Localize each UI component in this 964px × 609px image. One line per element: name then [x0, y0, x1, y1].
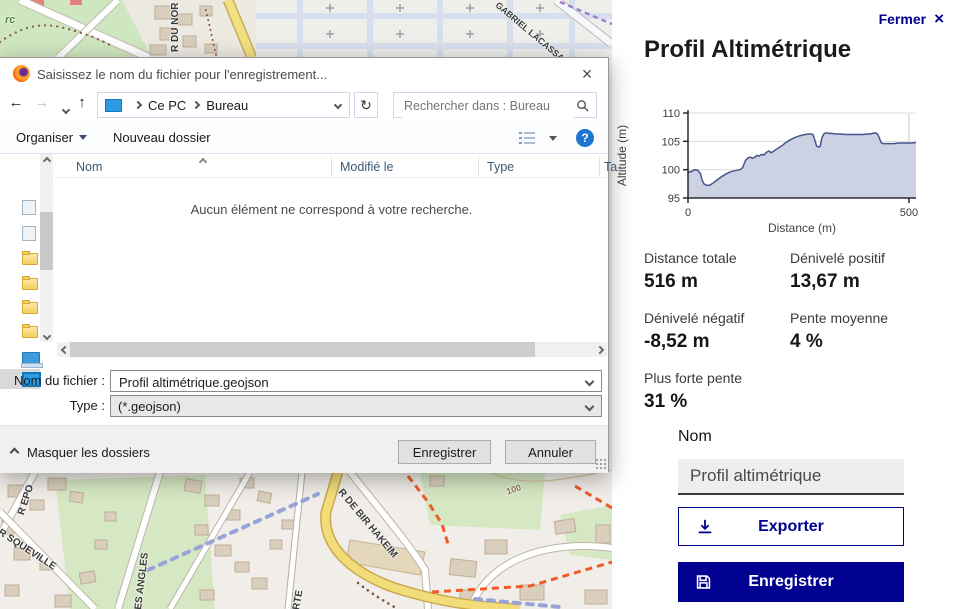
- search-box: [393, 92, 597, 118]
- dialog-title: Saisissez le nom du fichier pour l'enreg…: [37, 67, 328, 82]
- breadcrumb-desktop[interactable]: Bureau: [206, 98, 248, 113]
- elevation-chart: 95 100 105 110 0 500 Distance (m) Altitude (m): [615, 108, 918, 235]
- panel-close-button[interactable]: Fermer ×: [879, 10, 944, 27]
- search-icon: [576, 99, 589, 115]
- panel-title: Profil Altimétrique: [644, 36, 852, 63]
- svg-text:100: 100: [662, 165, 680, 177]
- svg-text:Distance (m): Distance (m): [768, 221, 836, 235]
- cancel-button[interactable]: Annuler: [505, 440, 596, 464]
- chevron-down-icon: [79, 135, 88, 140]
- type-select[interactable]: (*.geojson): [110, 395, 602, 417]
- up-icon[interactable]: ↑: [72, 94, 92, 111]
- filename-combobox: [110, 370, 602, 392]
- scroll-down-icon[interactable]: [40, 329, 53, 342]
- panel-save-button[interactable]: Enregistrer: [678, 562, 904, 602]
- nav-pane: [0, 154, 54, 389]
- breadcrumb[interactable]: Ce PC Bureau: [97, 92, 350, 118]
- view-selector-button[interactable]: [519, 131, 557, 145]
- folder-icon[interactable]: [22, 251, 38, 265]
- column-type[interactable]: Type: [487, 160, 514, 174]
- close-icon: ×: [934, 9, 944, 28]
- svg-text:110: 110: [662, 108, 680, 120]
- stat-pente-moyenne: Pente moyenne 4 %: [790, 310, 889, 352]
- export-button[interactable]: Exporter: [678, 507, 904, 546]
- dialog-titlebar: Saisissez le nom du fichier pour l'enreg…: [0, 58, 608, 90]
- chevron-up-icon: [9, 447, 20, 458]
- folder-icon[interactable]: [22, 276, 38, 290]
- chevron-down-icon[interactable]: [584, 376, 595, 387]
- document-icon[interactable]: [22, 226, 36, 241]
- name-label: Nom: [678, 428, 712, 445]
- stats-grid: Distance totale 516 m Dénivelé positif 1…: [644, 250, 944, 413]
- sidebar-scrollbar[interactable]: [40, 154, 53, 342]
- svg-text:95: 95: [668, 193, 680, 205]
- filename-input[interactable]: [117, 372, 576, 392]
- save-icon: [695, 574, 712, 591]
- search-input[interactable]: [402, 94, 574, 118]
- column-size[interactable]: Ta: [604, 160, 617, 174]
- column-name[interactable]: Nom: [76, 160, 102, 174]
- panel-save-label: Enregistrer: [748, 573, 834, 590]
- breadcrumb-this-pc[interactable]: Ce PC: [148, 98, 186, 113]
- forward-icon[interactable]: →: [32, 94, 52, 111]
- panel-close-label: Fermer: [878, 10, 927, 27]
- desktop-icon: [105, 98, 122, 112]
- new-folder-button[interactable]: Nouveau dossier: [113, 130, 211, 145]
- type-label: Type :: [69, 398, 105, 413]
- elevation-panel: Fermer × Profil Altimétrique 95 100 105 110…: [612, 0, 964, 609]
- export-label: Exporter: [758, 517, 824, 535]
- chevron-right-icon: [192, 100, 201, 110]
- document-icon[interactable]: [22, 200, 36, 215]
- dialog-toolbar: Organiser Nouveau dossier ?: [0, 124, 608, 154]
- svg-text:500: 500: [900, 207, 918, 219]
- app: rc R DU NOR GABRIEL LACASSAGNE R EPO R SQUEV…: [0, 0, 964, 609]
- hide-folders-button[interactable]: Masquer les dossiers: [9, 445, 150, 460]
- download-icon: [696, 518, 714, 536]
- map-street-label: rc: [5, 14, 16, 26]
- type-value: (*.geojson): [118, 399, 181, 414]
- name-input[interactable]: [678, 459, 904, 495]
- elevation-chart-block: 95 100 105 110 0 500 Distance (m) Altitude (m): [612, 101, 964, 245]
- file-list: Nom Modifié le Type Ta Aucun élément ne …: [55, 154, 617, 342]
- firefox-icon: [13, 65, 30, 82]
- column-modified[interactable]: Modifié le: [340, 160, 394, 174]
- sort-ascending-icon: [198, 154, 208, 168]
- folder-icon[interactable]: [22, 324, 38, 338]
- filename-label: Nom du fichier :: [13, 373, 105, 388]
- stat-denivele-positif: Dénivelé positif 13,67 m: [790, 250, 885, 292]
- dialog-close-button[interactable]: ×: [575, 62, 599, 86]
- stat-denivele-negatif: Dénivelé négatif -8,52 m: [644, 310, 745, 352]
- chevron-right-icon: [133, 100, 143, 110]
- map-street-label: R DU NOR: [170, 2, 181, 52]
- dialog-address-bar: ← → ↑ Ce PC Bureau ↻: [0, 92, 608, 120]
- dialog-footer: Masquer les dossiers Enregistrer Annuler: [0, 425, 608, 473]
- chevron-down-icon: [549, 135, 557, 141]
- save-button[interactable]: Enregistrer: [398, 440, 491, 464]
- refresh-button[interactable]: ↻: [354, 92, 378, 118]
- help-icon[interactable]: ?: [576, 129, 594, 147]
- scrollbar-thumb[interactable]: [70, 342, 535, 357]
- dialog-main: Nom Modifié le Type Ta Aucun élément ne …: [0, 154, 617, 389]
- scrollbar-thumb[interactable]: [40, 212, 53, 270]
- this-pc-icon[interactable]: [21, 352, 43, 368]
- horizontal-scrollbar[interactable]: [57, 342, 607, 357]
- resize-grip[interactable]: [595, 458, 606, 469]
- stat-plus-forte-pente: Plus forte pente 31 %: [644, 370, 743, 412]
- svg-text:105: 105: [662, 136, 680, 148]
- stat-distance-totale: Distance totale 516 m: [644, 250, 737, 292]
- folder-icon[interactable]: [22, 300, 38, 314]
- empty-message: Aucun élément ne correspond à votre rech…: [190, 202, 473, 217]
- scroll-right-icon[interactable]: [592, 342, 607, 357]
- organize-button[interactable]: Organiser: [16, 130, 88, 145]
- save-dialog: Saisissez le nom du fichier pour l'enreg…: [0, 57, 617, 473]
- svg-text:0: 0: [685, 207, 691, 219]
- svg-text:Altitude (m): Altitude (m): [615, 125, 629, 186]
- list-header: Nom Modifié le Type Ta: [55, 154, 617, 178]
- back-icon[interactable]: ←: [6, 94, 26, 111]
- scroll-up-icon[interactable]: [40, 154, 53, 167]
- chevron-down-icon[interactable]: [333, 100, 343, 110]
